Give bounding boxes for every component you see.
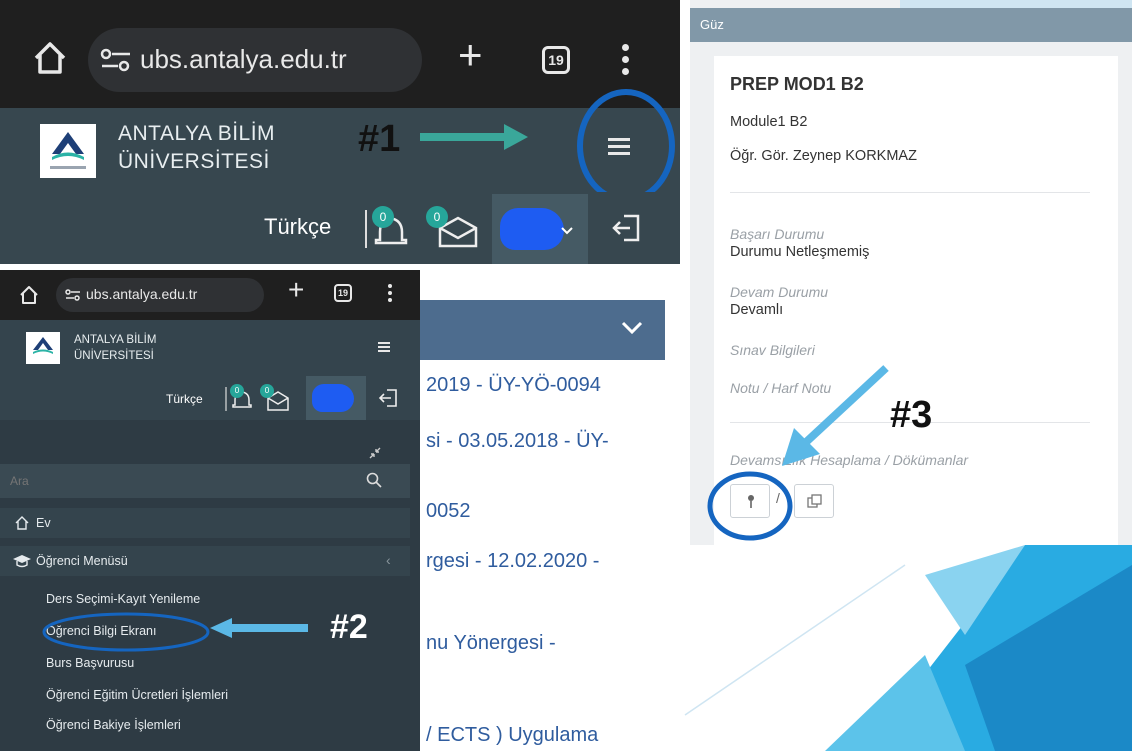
regulation-link[interactable]: 0052 bbox=[426, 500, 471, 523]
top-strip bbox=[900, 0, 1132, 8]
regulation-link[interactable]: 2019 - ÜY-YÖ-0094 bbox=[426, 374, 601, 397]
chevron-left-icon: ‹ bbox=[386, 552, 391, 568]
exam-info-label: Sınav Bilgileri bbox=[730, 342, 815, 358]
address-bar[interactable]: ubs.antalya.edu.tr bbox=[88, 28, 422, 92]
menu-subitem[interactable]: Öğrenci Bakiye İşlemleri bbox=[46, 718, 181, 732]
logout-icon bbox=[612, 214, 640, 242]
menu-subitem[interactable]: Ders Seçimi-Kayıt Yenileme bbox=[46, 592, 200, 606]
university-name-line2: ÜNİVERSİTESİ bbox=[74, 350, 154, 362]
address-bar[interactable]: ubs.antalya.edu.tr bbox=[56, 278, 264, 312]
menu-subitem[interactable]: Öğrenci Eğitim Ücretleri İşlemleri bbox=[46, 688, 228, 702]
course-code: PREP MOD1 B2 bbox=[730, 74, 864, 94]
term-label: Güz bbox=[700, 17, 724, 32]
documents-button[interactable] bbox=[794, 484, 834, 518]
language-selector[interactable]: Türkçe bbox=[166, 392, 203, 406]
course-detail-panel: Güz PREP MOD1 B2 Module1 B2 Öğr. Gör. Ze… bbox=[690, 0, 1132, 545]
attendance-status-label: Devam Durumu bbox=[730, 284, 829, 300]
new-tab-icon[interactable]: + bbox=[288, 276, 304, 304]
tab-count-button[interactable]: 19 bbox=[334, 284, 352, 302]
mobile-screenshot-2: ubs.antalya.edu.tr + 19 ANTALYA BİLİM ÜN… bbox=[0, 270, 420, 751]
highlight-circle-1 bbox=[577, 89, 675, 203]
highlight-circle-2 bbox=[42, 612, 210, 652]
regulation-link[interactable]: nu Yönergesi - bbox=[426, 632, 556, 655]
attendance-status-value: Devamlı bbox=[730, 302, 784, 318]
instructor-name: Öğr. Gör. Zeynep KORKMAZ bbox=[730, 148, 917, 164]
menu-subitem[interactable]: Burs Başvurusu bbox=[46, 656, 134, 670]
message-count-badge: 0 bbox=[260, 384, 274, 398]
collapse-icon[interactable] bbox=[368, 446, 382, 460]
home-icon[interactable] bbox=[18, 284, 40, 306]
annotation-3: #3 bbox=[890, 394, 933, 436]
notification-count-badge: 0 bbox=[230, 384, 244, 398]
success-status-label: Başarı Durumu bbox=[730, 226, 825, 242]
university-name-line1: ANTALYA BİLİM bbox=[74, 334, 157, 346]
regulation-link[interactable]: si - 03.05.2018 - ÜY- bbox=[426, 430, 609, 453]
highlight-circle-3 bbox=[707, 471, 793, 541]
search-icon[interactable] bbox=[366, 472, 382, 488]
site-settings-icon[interactable] bbox=[98, 46, 134, 74]
redacted-user-avatar bbox=[500, 208, 564, 250]
notification-count-badge: 0 bbox=[372, 206, 394, 228]
more-menu-icon[interactable] bbox=[622, 44, 630, 78]
menu-item-student-menu-label: Öğrenci Menüsü bbox=[36, 554, 128, 568]
url-text: ubs.antalya.edu.tr bbox=[140, 44, 347, 74]
message-count-badge: 0 bbox=[426, 206, 448, 228]
graduation-cap-icon bbox=[13, 555, 31, 568]
chevron-down-icon[interactable] bbox=[620, 320, 644, 336]
logout-icon[interactable] bbox=[378, 388, 398, 408]
copy-icon bbox=[807, 494, 822, 508]
arrow-annotation-1 bbox=[420, 124, 528, 150]
annotation-1: #1 bbox=[358, 118, 401, 160]
home-icon[interactable] bbox=[30, 38, 70, 78]
menu-item-home[interactable] bbox=[0, 508, 410, 538]
language-selector[interactable]: Türkçe bbox=[264, 214, 331, 240]
arrow-annotation-3 bbox=[782, 365, 889, 466]
university-logo bbox=[26, 332, 60, 364]
app-header bbox=[0, 320, 420, 376]
chevron-down-icon bbox=[561, 227, 573, 235]
menu-search-input[interactable] bbox=[10, 470, 310, 492]
home-icon bbox=[15, 516, 29, 530]
regulation-link[interactable]: / ECTS ) Uygulama bbox=[426, 724, 598, 747]
regulations-document-panel: 2019 - ÜY-YÖ-0094 si - 03.05.2018 - ÜY- … bbox=[420, 300, 665, 751]
university-name-line1: ANTALYA BİLİM bbox=[118, 122, 276, 145]
university-name: ANTALYA BİLİM ÜNİVERSİTESİ bbox=[74, 332, 156, 364]
regulation-link[interactable]: rgesi - 12.02.2020 - bbox=[426, 550, 599, 573]
success-status-value: Durumu Netleşmemiş bbox=[730, 244, 870, 260]
tab-count-button[interactable]: 19 bbox=[542, 46, 570, 74]
course-name: Module1 B2 bbox=[730, 114, 808, 130]
arrow-annotation-2 bbox=[210, 618, 308, 638]
more-menu-icon[interactable] bbox=[388, 284, 393, 302]
hamburger-menu-icon[interactable] bbox=[378, 342, 390, 352]
term-header: Güz bbox=[690, 8, 1132, 42]
university-name-line2: ÜNİVERSİTESİ bbox=[118, 150, 270, 173]
site-settings-icon[interactable] bbox=[64, 288, 82, 302]
annotation-2: #2 bbox=[330, 608, 368, 646]
university-name: ANTALYA BİLİM ÜNİVERSİTESİ bbox=[118, 120, 275, 176]
redacted-user-avatar bbox=[312, 384, 354, 412]
mobile-screenshot-1: ubs.antalya.edu.tr + 19 ANTALYA BİLİM ÜN… bbox=[0, 0, 680, 264]
divider bbox=[730, 192, 1090, 193]
university-logo bbox=[40, 124, 96, 178]
url-text: ubs.antalya.edu.tr bbox=[86, 286, 198, 302]
new-tab-icon[interactable]: + bbox=[458, 34, 483, 76]
menu-item-home-label: Ev bbox=[36, 516, 51, 530]
slide-background-shapes bbox=[684, 545, 1132, 751]
